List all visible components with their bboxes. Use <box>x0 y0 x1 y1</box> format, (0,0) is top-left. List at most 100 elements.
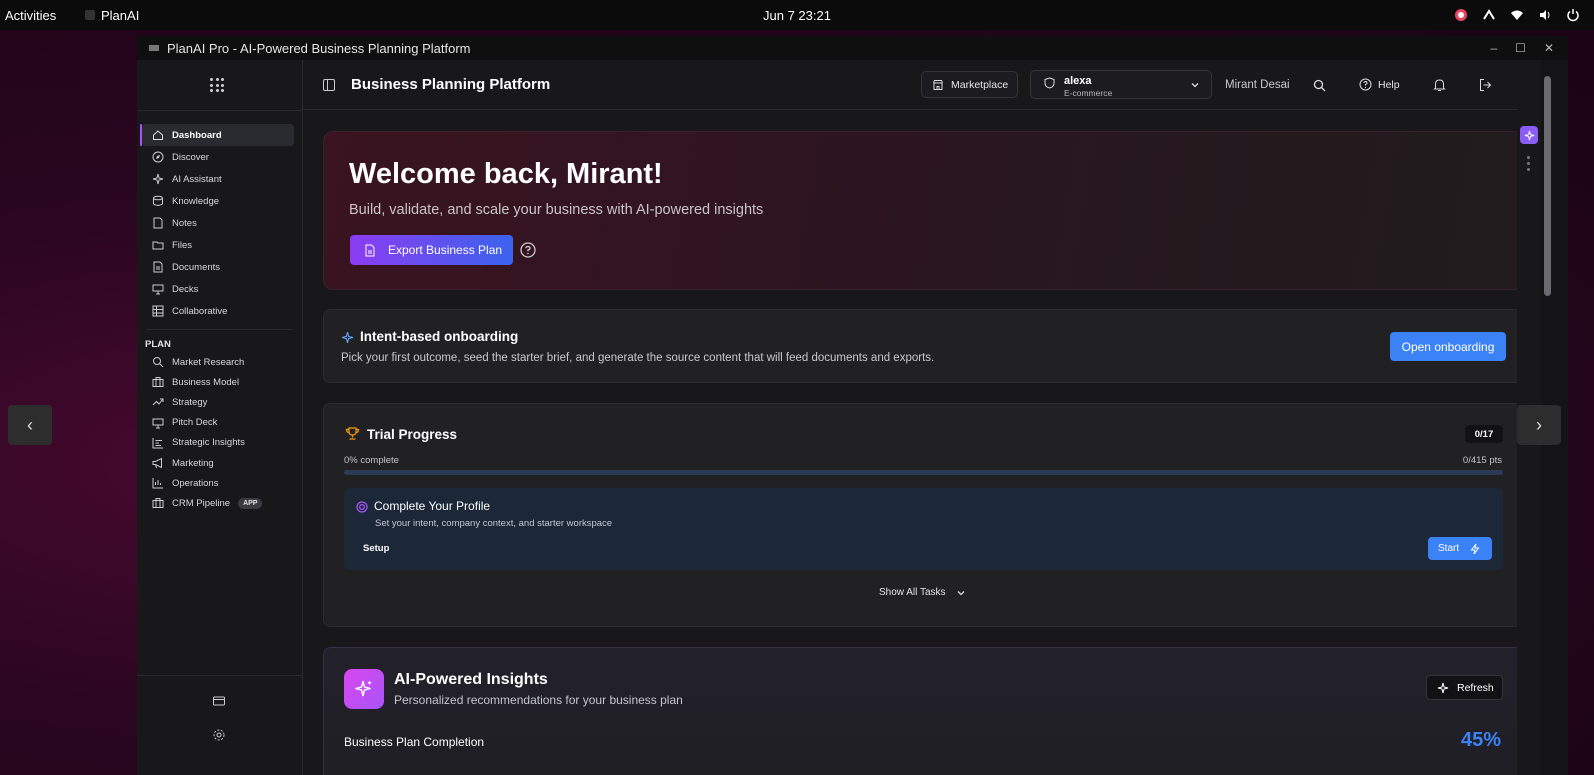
next-arrow-button[interactable]: › <box>1517 405 1561 445</box>
sidebar-item-notes[interactable]: Notes <box>142 212 294 234</box>
completion-label: Business Plan Completion <box>344 735 485 749</box>
activities-button[interactable]: Activities <box>0 8 85 23</box>
settings-gear-icon[interactable] <box>212 728 226 742</box>
help-button[interactable]: Help <box>1359 78 1400 91</box>
presentation-icon <box>152 418 164 429</box>
marketplace-button[interactable]: Marketplace <box>921 71 1018 98</box>
scrollbar-thumb[interactable] <box>1544 76 1551 296</box>
sidebar-item-label: Pitch Deck <box>172 417 218 429</box>
sidebar-item-knowledge[interactable]: Knowledge <box>142 190 294 212</box>
compass-icon <box>152 151 164 163</box>
onboarding-title: Intent-based onboarding <box>360 329 519 344</box>
sidebar-item-crm-pipeline[interactable]: CRM Pipeline APP <box>142 493 294 513</box>
chart-icon <box>152 478 163 489</box>
sidebar-item-discover[interactable]: Discover <box>142 146 294 168</box>
progress-percent: 0% complete <box>344 455 399 466</box>
sidebar-item-marketing[interactable]: Marketing <box>142 453 294 473</box>
sidebar-toggle-icon[interactable] <box>322 78 336 92</box>
bell-icon[interactable] <box>1433 78 1446 92</box>
sidebar-item-label: AI Assistant <box>172 173 222 185</box>
sidebar-item-strategic-insights[interactable]: Strategic Insights <box>142 433 294 453</box>
sidebar-item-decks[interactable]: Decks <box>142 278 294 300</box>
sidebar-item-label: Discover <box>172 151 209 163</box>
window-icon <box>149 45 159 51</box>
briefcase-icon <box>152 498 164 509</box>
file-icon <box>365 244 375 256</box>
home-icon <box>153 130 163 140</box>
sidebar-item-dashboard[interactable]: Dashboard <box>140 124 294 146</box>
sidebar-item-label: Operations <box>172 477 219 489</box>
refresh-button[interactable]: Refresh <box>1426 675 1503 700</box>
app-window: PlanAI Pro - AI-Powered Business Plannin… <box>137 36 1568 775</box>
business-type: E-commerce <box>1064 88 1113 98</box>
main-content: Welcome back, Mirant! Build, validate, a… <box>303 111 1517 775</box>
logout-icon[interactable] <box>1479 78 1492 92</box>
drag-handle-icon[interactable] <box>1527 156 1531 174</box>
divider <box>137 675 303 676</box>
task-item: Complete Your Profile Set your intent, c… <box>344 488 1503 570</box>
user-name[interactable]: Mirant Desai <box>1225 79 1290 91</box>
system-top-bar: Activities PlanAI Jun 7 23:21 <box>0 0 1594 30</box>
help-label: Help <box>1378 78 1400 91</box>
insights-title: AI-Powered Insights <box>394 671 548 688</box>
sidebar-nav: Dashboard Discover AI Assistant Knowledg… <box>140 124 294 514</box>
sidebar-item-label: Documents <box>172 261 221 273</box>
folder-icon <box>152 241 164 250</box>
ai-assistant-float-button[interactable] <box>1520 126 1538 144</box>
sidebar-item-label: Collaborative <box>172 305 228 317</box>
previous-arrow-button[interactable]: ‹ <box>8 405 52 445</box>
task-description: Set your intent, company context, and st… <box>375 518 613 529</box>
bar-chart-icon <box>152 437 163 449</box>
sparkles-icon <box>1437 682 1449 693</box>
sidebar: Dashboard Discover AI Assistant Knowledg… <box>137 60 303 775</box>
update-icon <box>1483 9 1495 20</box>
maximize-button[interactable]: ☐ <box>1515 41 1526 55</box>
sidebar-item-business-model[interactable]: Business Model <box>142 372 294 392</box>
search-icon[interactable] <box>1313 79 1326 92</box>
trial-progress-bar <box>344 470 1503 475</box>
welcome-subtitle: Build, validate, and scale your business… <box>349 202 764 218</box>
sidebar-item-files[interactable]: Files <box>142 234 294 256</box>
credit-card-icon[interactable] <box>212 694 226 708</box>
help-circle-icon[interactable] <box>520 242 536 258</box>
business-selector[interactable]: alexa E-commerce <box>1030 70 1212 99</box>
sidebar-item-label: Files <box>172 239 193 251</box>
start-label: Start <box>1438 543 1460 554</box>
show-all-tasks-button[interactable]: Show All Tasks <box>879 587 966 598</box>
completion-value: 45% <box>1461 729 1502 751</box>
progress-points: 0/415 pts <box>1462 455 1502 466</box>
minimize-button[interactable]: – <box>1490 41 1497 55</box>
start-task-button[interactable]: Start <box>1428 537 1492 560</box>
window-titlebar[interactable]: PlanAI Pro - AI-Powered Business Plannin… <box>137 36 1568 60</box>
sparkles-icon <box>152 173 164 185</box>
sidebar-item-documents[interactable]: Documents <box>142 256 294 278</box>
sidebar-item-label: Strategic Insights <box>172 437 245 449</box>
refresh-label: Refresh <box>1457 681 1494 694</box>
sidebar-item-strategy[interactable]: Strategy <box>142 392 294 412</box>
sidebar-item-label: Strategy <box>172 396 208 408</box>
sidebar-item-label: Marketing <box>172 457 214 469</box>
sidebar-item-collaborative[interactable]: Collaborative <box>142 300 294 322</box>
sidebar-item-label: Market Research <box>172 356 245 368</box>
divider <box>146 329 292 330</box>
business-name: alexa <box>1064 75 1092 87</box>
chevron-down-icon <box>957 590 964 595</box>
open-onboarding-button[interactable]: Open onboarding <box>1390 332 1506 361</box>
store-icon <box>933 79 943 90</box>
sidebar-item-operations[interactable]: Operations <box>142 473 294 493</box>
system-tray[interactable] <box>1454 8 1580 22</box>
app-menu[interactable]: PlanAI <box>85 8 139 23</box>
sidebar-item-pitch-deck[interactable]: Pitch Deck <box>142 413 294 433</box>
sidebar-item-label: Notes <box>172 217 197 229</box>
window-title: PlanAI Pro - AI-Powered Business Plannin… <box>167 40 471 56</box>
sidebar-item-market-research[interactable]: Market Research <box>142 352 294 372</box>
welcome-hero: Welcome back, Mirant! Build, validate, a… <box>323 131 1517 290</box>
show-all-label: Show All Tasks <box>879 587 946 598</box>
sidebar-item-ai-assistant[interactable]: AI Assistant <box>142 168 294 190</box>
export-business-plan-button[interactable]: Export Business Plan <box>350 235 513 265</box>
close-button[interactable]: ✕ <box>1544 41 1554 55</box>
clock[interactable]: Jun 7 23:21 <box>763 8 831 23</box>
megaphone-icon <box>152 457 162 469</box>
onboarding-description: Pick your first outcome, seed the starte… <box>341 352 935 364</box>
apps-grid-icon[interactable] <box>210 78 224 92</box>
